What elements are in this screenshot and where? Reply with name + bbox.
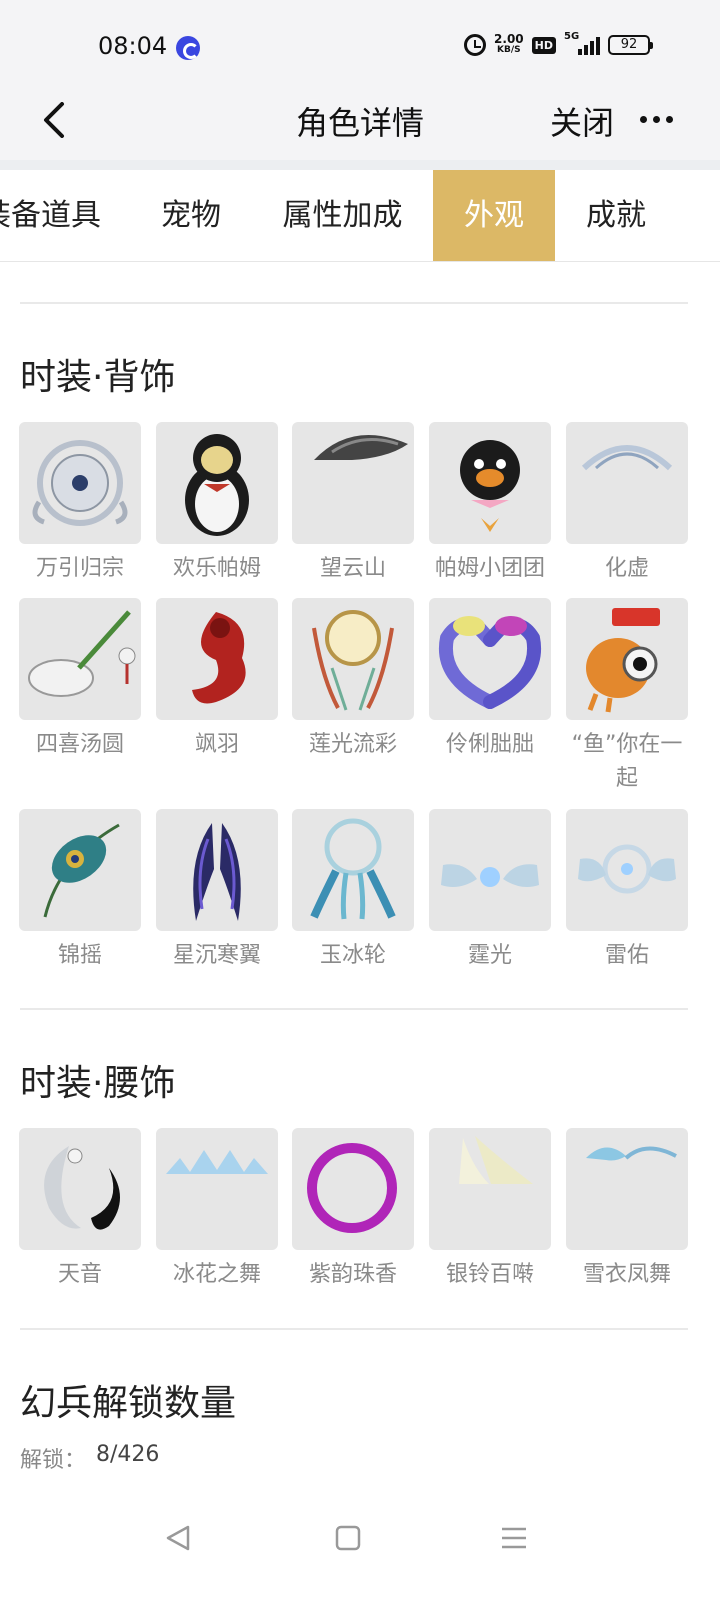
item-name: 雷佑 — [604, 943, 649, 968]
item-name: 天音 — [57, 1262, 102, 1287]
network-speed: 2.00 KB/S — [494, 32, 524, 56]
tab-achievements[interactable]: 成就 — [555, 170, 677, 261]
item-thumbnail — [292, 422, 414, 544]
item-thumbnail — [156, 422, 278, 544]
item-name: 伶俐朏朏 — [445, 732, 534, 757]
item-name: 欢乐帕姆 — [172, 556, 261, 581]
item-card[interactable]: 欢乐帕姆 — [156, 422, 278, 586]
more-options-icon[interactable] — [640, 116, 673, 123]
signal-icon: 5G — [564, 31, 600, 55]
item-thumbnail — [292, 809, 414, 931]
item-thumbnail — [429, 422, 551, 544]
item-name: 望云山 — [319, 556, 386, 581]
item-card[interactable]: 玉冰轮 — [292, 809, 414, 973]
item-thumbnail — [19, 598, 141, 720]
item-thumbnail — [566, 809, 688, 931]
tab-pets[interactable]: 宠物 — [130, 170, 252, 261]
network-speed-unit: KB/S — [497, 45, 521, 55]
close-button[interactable]: 关闭 — [550, 98, 614, 144]
section-title-back-ornaments: 时装·背饰 — [20, 357, 176, 398]
hd-icon: HD — [531, 36, 556, 54]
item-card[interactable]: 银铃百啭 — [429, 1128, 551, 1292]
item-card[interactable]: 四喜汤圆 — [19, 598, 141, 762]
item-card[interactable]: 万引归宗 — [19, 422, 141, 586]
item-name: 莲光流彩 — [308, 732, 397, 757]
item-card[interactable]: 望云山 — [292, 422, 414, 586]
alarm-icon — [464, 34, 487, 56]
status-time: 08:04 — [98, 32, 168, 60]
item-name: 紫韵珠香 — [308, 1262, 397, 1287]
item-thumbnail — [156, 1128, 278, 1250]
item-thumbnail — [292, 1128, 414, 1250]
item-thumbnail — [429, 1128, 551, 1250]
item-card[interactable]: 星沉寒翼 — [156, 809, 278, 973]
item-card[interactable]: 锦摇 — [19, 809, 141, 973]
unlock-count-label: 解锁： — [20, 1448, 87, 1473]
tab-equipment[interactable]: 装备道具 — [0, 170, 102, 261]
battery-icon: 92 — [608, 35, 653, 55]
item-name: 帕姆小团团 — [434, 556, 545, 581]
item-card[interactable]: “鱼”你在一起 — [566, 598, 688, 796]
section-divider — [20, 302, 688, 304]
status-indicators: 2.00 KB/S HD 5G 92 — [464, 31, 653, 56]
section-title-waist-ornaments: 时装·腰饰 — [20, 1063, 176, 1104]
header-divider — [0, 160, 720, 170]
section-divider — [20, 1328, 688, 1330]
item-card[interactable]: 帕姆小团团 — [429, 422, 551, 586]
tab-bar: 装备道具 宠物 属性加成 外观 成就 — [0, 170, 720, 262]
item-card[interactable]: 伶俐朏朏 — [429, 598, 551, 762]
item-name: 化虚 — [604, 556, 649, 581]
item-name: “鱼”你在一起 — [571, 732, 683, 791]
item-card[interactable]: 雷佑 — [566, 809, 688, 973]
item-thumbnail — [19, 1128, 141, 1250]
item-thumbnail — [19, 809, 141, 931]
item-name: 雪衣凤舞 — [582, 1262, 671, 1287]
item-thumbnail — [566, 598, 688, 720]
item-thumbnail — [566, 1128, 688, 1250]
item-name: 锦摇 — [57, 943, 102, 968]
section-divider — [20, 1008, 688, 1010]
item-name: 星沉寒翼 — [172, 943, 261, 968]
item-card[interactable]: 飒羽 — [156, 598, 278, 762]
item-thumbnail — [156, 598, 278, 720]
signal-label: 5G — [564, 31, 580, 42]
item-name: 冰花之舞 — [172, 1262, 261, 1287]
status-bar: 08:04 2.00 KB/S HD 5G 92 — [0, 0, 720, 80]
item-card[interactable]: 天音 — [19, 1128, 141, 1292]
item-thumbnail — [156, 809, 278, 931]
item-card[interactable]: 雪衣凤舞 — [566, 1128, 688, 1292]
app-notification-icon — [176, 36, 200, 60]
item-thumbnail — [566, 422, 688, 544]
item-card[interactable]: 莲光流彩 — [292, 598, 414, 762]
item-thumbnail — [292, 598, 414, 720]
item-thumbnail — [429, 809, 551, 931]
item-card[interactable]: 冰花之舞 — [156, 1128, 278, 1292]
item-card[interactable]: 霆光 — [429, 809, 551, 973]
nav-back-icon[interactable] — [164, 1524, 192, 1552]
item-card[interactable]: 化虚 — [566, 422, 688, 586]
item-card[interactable]: 紫韵珠香 — [292, 1128, 414, 1292]
item-name: 四喜汤圆 — [35, 732, 124, 757]
tab-attributes[interactable]: 属性加成 — [270, 170, 415, 261]
item-name: 玉冰轮 — [319, 943, 386, 968]
item-name: 万引归宗 — [35, 556, 124, 581]
tab-appearance[interactable]: 外观 — [433, 170, 555, 261]
item-thumbnail — [19, 422, 141, 544]
section-title-weapon-unlock: 幻兵解锁数量 — [20, 1383, 237, 1424]
item-name: 霆光 — [467, 943, 512, 968]
item-thumbnail — [429, 598, 551, 720]
unlock-count-value: 8/426 — [96, 1442, 160, 1467]
item-name: 飒羽 — [194, 732, 239, 757]
nav-menu-icon[interactable] — [500, 1524, 528, 1552]
nav-home-icon[interactable] — [334, 1524, 362, 1552]
item-name: 银铃百啭 — [445, 1262, 534, 1287]
system-nav-bar — [0, 1490, 720, 1600]
network-speed-value: 2.00 — [494, 32, 524, 46]
